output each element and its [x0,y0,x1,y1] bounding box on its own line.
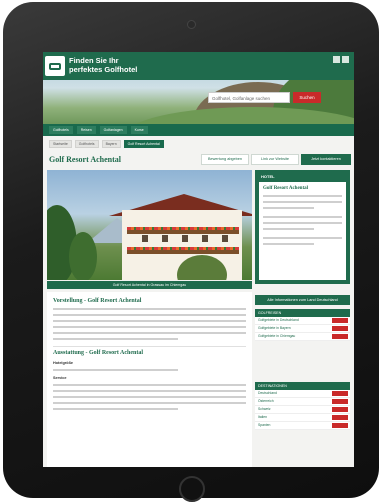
hotel-info-card: Golf Resort Achental [259,182,346,280]
hotel-info-box: HOTEL Golf Resort Achental [255,170,350,284]
breadcrumb-current: Golf Resort Achental [123,140,164,148]
brand-bar: Finden Sie Ihr perfektes Golfhotel [43,52,354,80]
nav-item[interactable]: Reisen [76,126,96,134]
list-item[interactable]: Golfgebiete in Chiemgau [255,333,350,341]
logo-icon[interactable] [45,56,65,76]
main-nav: Golfhotels Reisen Golfanlagen Kurse [43,124,354,136]
section-subtitle: Service [53,376,67,380]
website-button[interactable]: Link zur Website [251,154,299,165]
golfreisen-panel: GOLFREISEN Golfgebiete in Deutschland Go… [255,309,350,341]
panel-header: GOLFREISEN [255,309,350,317]
hero-banner: Finden Sie Ihr perfektes Golfhotel Golfh… [43,52,354,132]
top-icons [333,56,349,63]
list-item[interactable]: Österreich [255,398,350,406]
breadcrumb-item[interactable]: Golfhotels [74,140,99,148]
list-item[interactable]: Spanien [255,422,350,430]
breadcrumb-item[interactable]: Bayern [101,140,121,148]
panel-header: DESTINATIONEN [255,382,350,390]
section-subtitle: Hotelgröße [53,361,74,365]
breadcrumb-item[interactable]: Startseite [49,140,72,148]
list-item[interactable]: Golfgebiete in Deutschland [255,317,350,325]
nav-item[interactable]: Golfhotels [49,126,73,134]
title-bar: Golf Resort Achental Bewertung abgeben L… [43,152,354,166]
list-item[interactable]: Deutschland [255,390,350,398]
list-item[interactable]: Golfgebiete in Bayern [255,325,350,333]
photo-caption: Golf Resort Achental in Grassau im Chiem… [47,281,252,289]
camera-icon [187,20,196,29]
list-item[interactable]: Italien [255,414,350,422]
hotel-name: Golf Resort Achental [263,186,308,191]
home-button[interactable] [179,476,205,502]
main-content: Vorstellung - Golf Resort Achental Ausst… [47,292,252,467]
section-title: Vorstellung - Golf Resort Achental [53,298,142,304]
nav-item[interactable]: Kurse [130,126,148,134]
rating-button[interactable]: Bewertung abgeben [201,154,249,165]
page-title: Golf Resort Achental [49,155,121,164]
contact-button[interactable]: Jetzt kontaktieren [301,154,351,165]
hotel-info-header: HOTEL [261,174,275,179]
tablet-frame: Finden Sie Ihr perfektes Golfhotel Golfh… [3,2,379,502]
search-input[interactable]: Golfhotel, Golfanlage suchen [208,92,290,103]
flag-icon[interactable] [333,56,340,63]
hotel-photo[interactable] [47,170,252,280]
destinationen-panel: DESTINATIONEN Deutschland Österreich Sch… [255,382,350,430]
country-info-button[interactable]: Alle Informationen zum Land Deutschland [255,295,350,305]
menu-icon[interactable] [342,56,349,63]
section-title: Ausstattung - Golf Resort Achental [53,350,143,356]
search-button[interactable]: Suchen [293,92,321,103]
browser-screen: Finden Sie Ihr perfektes Golfhotel Golfh… [43,52,354,467]
nav-item[interactable]: Golfanlagen [99,126,127,134]
brand-title: Finden Sie Ihr perfektes Golfhotel [69,56,138,74]
list-item[interactable]: Schweiz [255,406,350,414]
breadcrumb: Startseite Golfhotels Bayern Golf Resort… [43,140,354,148]
